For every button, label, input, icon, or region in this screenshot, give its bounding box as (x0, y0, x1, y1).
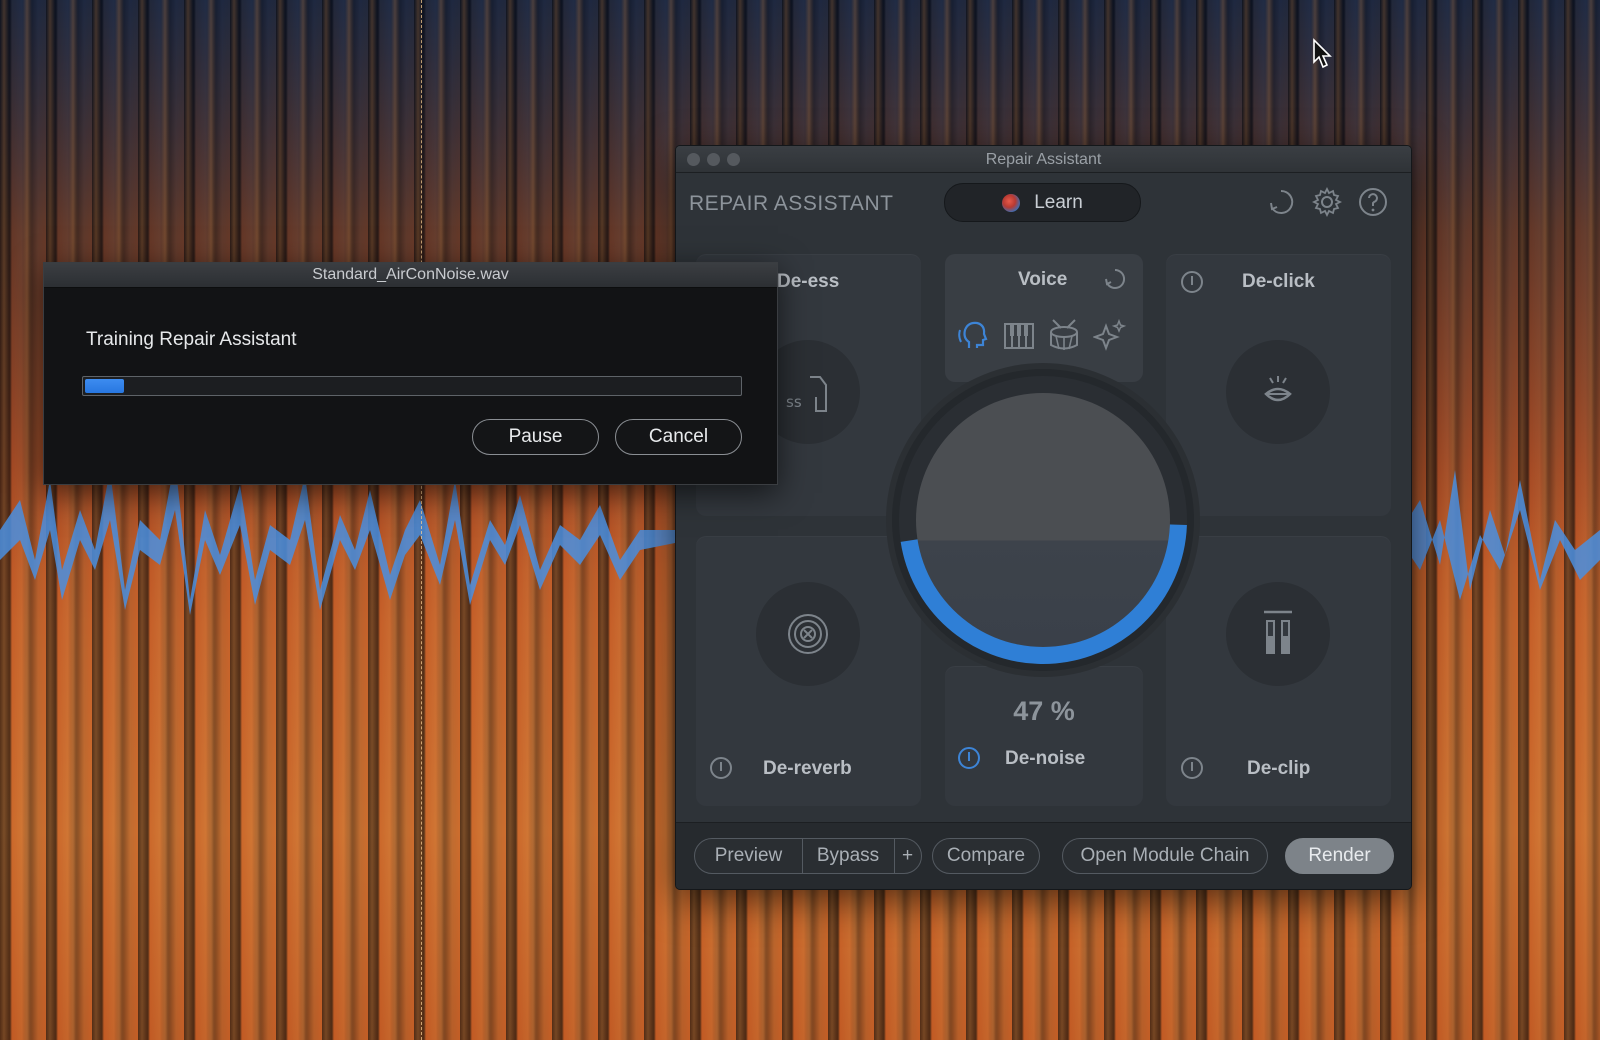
piano-icon[interactable] (1002, 318, 1036, 352)
training-dialog: Standard_AirConNoise.wav Training Repair… (43, 262, 778, 485)
preview-button[interactable]: Preview (695, 839, 803, 873)
cancel-button[interactable]: Cancel (615, 419, 742, 455)
learn-button[interactable]: Learn (944, 183, 1141, 222)
de-noise-dial[interactable] (892, 369, 1194, 671)
training-message: Training Repair Assistant (86, 329, 297, 350)
panel-header: REPAIR ASSISTANT Learn (676, 173, 1411, 239)
de-clip-tile[interactable]: De-clip (1166, 536, 1391, 806)
sparkle-icon[interactable] (1093, 318, 1127, 352)
clip-bars-icon (1264, 610, 1292, 654)
de-noise-power-icon[interactable] (958, 747, 980, 769)
learn-label: Learn (1034, 191, 1083, 213)
de-click-power-icon[interactable] (1181, 271, 1203, 293)
de-noise-amount: 47 % (1013, 696, 1075, 726)
preview-bypass-group: Preview Bypass + (694, 838, 922, 874)
repair-assistant-window: Repair Assistant REPAIR ASSISTANT Learn … (675, 145, 1412, 890)
window-title: Repair Assistant (985, 151, 1102, 168)
mouth-click-icon (1264, 376, 1292, 402)
gear-icon[interactable] (1312, 187, 1342, 217)
de-click-label: De-click (1242, 271, 1315, 292)
add-button[interactable]: + (894, 839, 921, 873)
training-progress-bar (82, 376, 742, 396)
reverb-target-icon (788, 614, 828, 654)
voice-icon[interactable] (957, 318, 991, 352)
learn-indicator-icon (1002, 193, 1021, 212)
render-button[interactable]: Render (1285, 838, 1394, 874)
open-module-chain-button[interactable]: Open Module Chain (1062, 838, 1268, 874)
mouse-cursor-icon (1313, 38, 1332, 69)
de-clip-power-icon[interactable] (1181, 757, 1203, 779)
de-reverb-power-icon[interactable] (710, 757, 732, 779)
training-progress-fill (85, 379, 124, 393)
pause-button[interactable]: Pause (472, 419, 599, 455)
voice-label: Voice (1018, 269, 1068, 290)
de-clip-label: De-clip (1247, 758, 1311, 779)
bottom-toolbar: Preview Bypass + Compare Open Module Cha… (676, 822, 1411, 889)
compare-button[interactable]: Compare (932, 838, 1040, 874)
de-ess-label: De-ess (777, 271, 840, 292)
help-icon[interactable] (1358, 187, 1388, 217)
sibilance-icon: ss (786, 376, 827, 412)
bypass-button[interactable]: Bypass (802, 839, 895, 873)
window-titlebar[interactable]: Repair Assistant (676, 146, 1411, 173)
refresh-icon[interactable] (1103, 267, 1127, 291)
undo-icon[interactable] (1266, 187, 1296, 217)
dialog-title[interactable]: Standard_AirConNoise.wav (44, 263, 777, 288)
de-noise-label: De-noise (1005, 748, 1086, 769)
de-click-tile[interactable]: De-click (1166, 254, 1391, 516)
de-reverb-tile[interactable]: De-reverb (696, 536, 921, 806)
playhead-line[interactable] (421, 0, 422, 1040)
drum-icon[interactable] (1047, 318, 1081, 352)
dial-knob[interactable] (916, 393, 1170, 647)
voice-selector-tile: Voice (945, 254, 1143, 382)
de-noise-tile[interactable]: De-noise (945, 666, 1143, 806)
svg-text:ss: ss (786, 393, 802, 411)
de-reverb-label: De-reverb (763, 758, 852, 779)
panel-title: REPAIR ASSISTANT (689, 192, 894, 215)
